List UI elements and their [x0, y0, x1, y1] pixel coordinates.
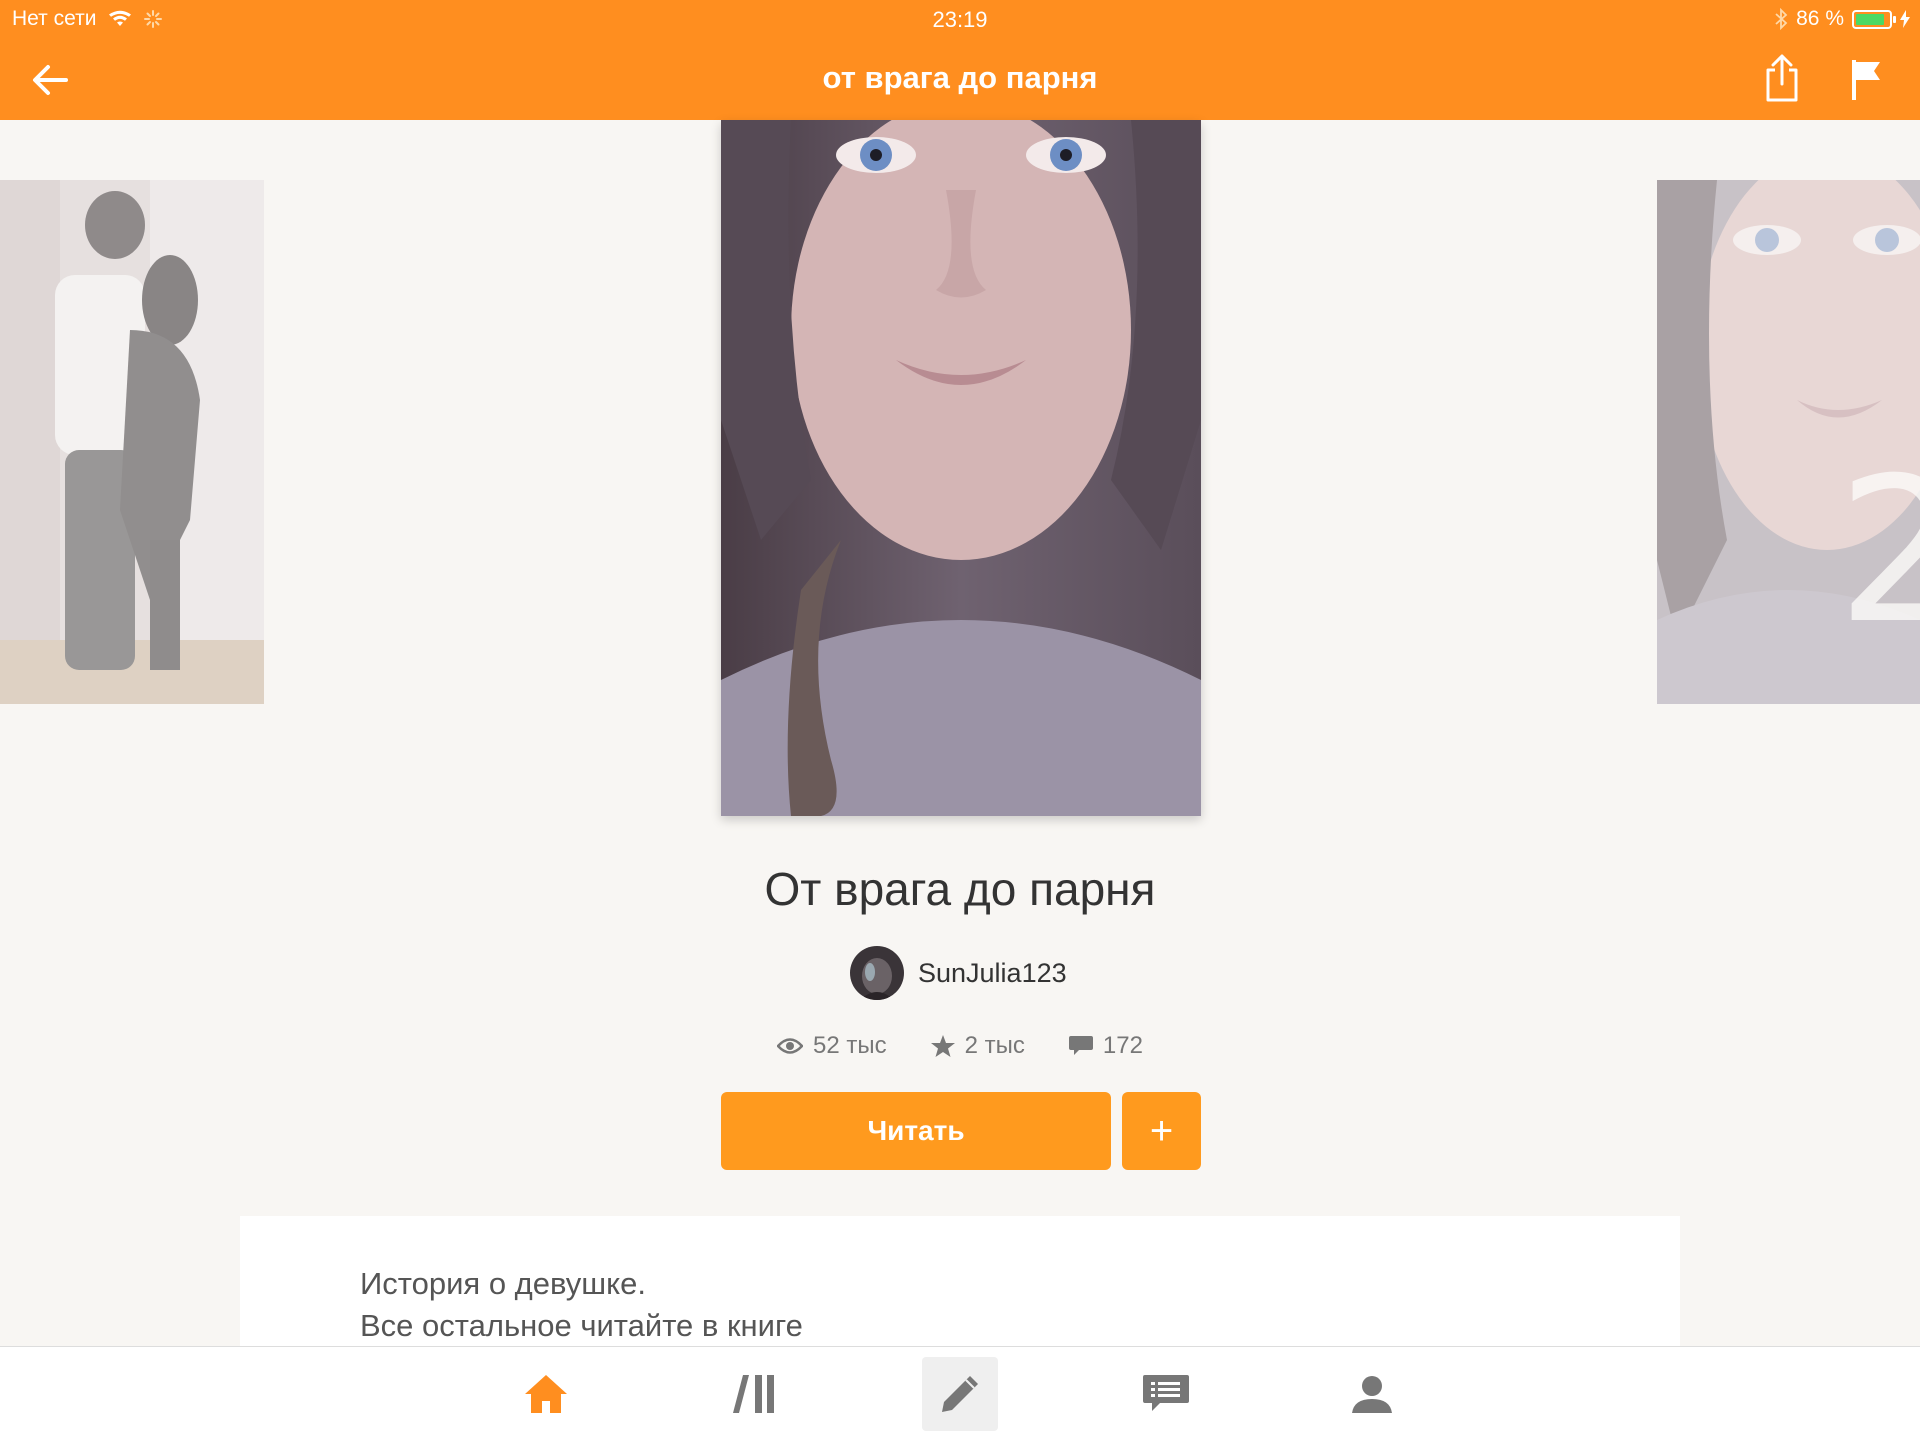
cover-image: 2 [1657, 180, 1920, 704]
pencil-icon [942, 1376, 978, 1412]
eye-icon [777, 1038, 804, 1054]
nav-title: от врага до парня [822, 60, 1098, 95]
tab-messages[interactable] [1128, 1357, 1204, 1431]
author-name[interactable]: SunJulia123 [918, 958, 1067, 989]
home-icon [525, 1375, 567, 1413]
profile-icon [1352, 1376, 1392, 1413]
battery-icon [1852, 9, 1896, 29]
read-button[interactable]: Читать [721, 1092, 1111, 1170]
tab-bar [0, 1346, 1920, 1440]
comments-stat: 172 [1068, 1032, 1143, 1060]
description-card: История о девушке. Все остальное читайте… [240, 1216, 1680, 1346]
description-line: История о девушке. [360, 1266, 646, 1301]
tab-library[interactable] [716, 1357, 792, 1431]
votes-count: 2 тыс [964, 1032, 1025, 1059]
top-bar: Нет сети 23:19 86 % от врага до парня [0, 0, 1920, 120]
nav-bar: от врага до парня [0, 40, 1920, 120]
story-cover[interactable] [721, 120, 1201, 816]
next-story-cover[interactable]: 2 [1657, 180, 1920, 704]
library-icon [733, 1375, 774, 1413]
avatar[interactable] [850, 946, 904, 1000]
battery-percent: 86 % [1796, 7, 1844, 30]
tab-profile[interactable] [1334, 1357, 1410, 1431]
author[interactable]: SunJulia123 [850, 946, 1067, 1000]
story-stats: 52 тыс 2 тыс 172 [0, 1032, 1920, 1060]
charging-icon [1900, 10, 1910, 28]
description-line: Все остальное читайте в книге [360, 1308, 803, 1343]
reads-count: 52 тыс [813, 1032, 887, 1059]
clock: 23:19 [932, 7, 988, 32]
reads-stat: 52 тыс [777, 1032, 887, 1060]
messages-icon [1143, 1375, 1189, 1411]
votes-stat: 2 тыс [930, 1032, 1025, 1060]
cover-image [721, 120, 1201, 816]
cover-image [0, 180, 264, 704]
report-flag-button[interactable] [1848, 58, 1884, 102]
cover-number-decoration: 2 [1837, 435, 1920, 668]
previous-story-cover[interactable] [0, 180, 264, 704]
comment-icon [1068, 1036, 1093, 1055]
star-icon [930, 1035, 955, 1057]
tab-home[interactable] [508, 1357, 584, 1431]
add-to-library-button[interactable]: + [1122, 1092, 1201, 1170]
tab-write[interactable] [922, 1357, 998, 1431]
bluetooth-icon [1775, 8, 1788, 30]
comments-count: 172 [1102, 1032, 1143, 1059]
status-bar: Нет сети 23:19 86 % [0, 0, 1920, 38]
story-title: От врага до парня [764, 863, 1156, 915]
share-button[interactable] [1762, 52, 1802, 104]
